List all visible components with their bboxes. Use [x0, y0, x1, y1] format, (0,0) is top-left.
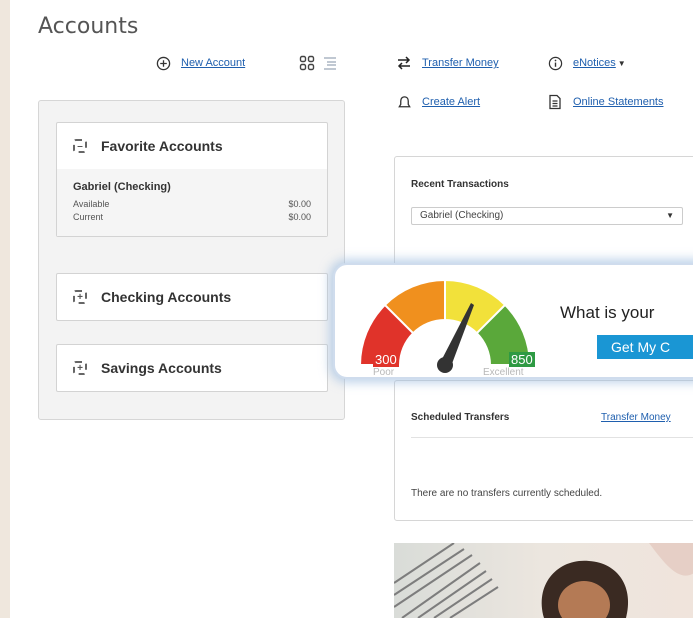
- recent-transactions-panel: Recent Transactions Gabriel (Checking) ▼: [394, 156, 693, 268]
- credit-headline: What is your: [560, 303, 655, 322]
- current-label: Current: [73, 212, 104, 222]
- scheduled-transfers-title: Scheduled Transfers: [411, 412, 510, 423]
- savings-accounts-header[interactable]: + Savings Accounts: [57, 345, 327, 391]
- collapse-icon[interactable]: –: [73, 139, 87, 153]
- savings-accounts-card[interactable]: + Savings Accounts: [56, 344, 328, 392]
- checking-accounts-card[interactable]: + Checking Accounts: [56, 273, 328, 321]
- favorite-accounts-header[interactable]: – Favorite Accounts: [57, 123, 327, 169]
- get-credit-score-button[interactable]: Get My C: [597, 335, 693, 359]
- favorite-accounts-title: Favorite Accounts: [101, 138, 223, 154]
- online-statements-link[interactable]: Online Statements: [573, 96, 664, 108]
- chevron-down-icon: ▼: [666, 211, 674, 220]
- savings-accounts-title: Savings Accounts: [101, 360, 222, 376]
- credit-gauge: [358, 278, 532, 373]
- checking-accounts-title: Checking Accounts: [101, 289, 232, 305]
- account-name: Gabriel (Checking): [73, 181, 171, 193]
- account-available-row: Available $0.00: [73, 199, 311, 209]
- info-icon: [547, 55, 563, 71]
- create-alert-button[interactable]: Create Alert: [396, 94, 480, 110]
- account-current-row: Current $0.00: [73, 212, 311, 222]
- available-value: $0.00: [288, 199, 311, 209]
- available-label: Available: [73, 199, 110, 209]
- score-high-label: Excellent: [483, 367, 524, 378]
- account-select[interactable]: Gabriel (Checking) ▼: [411, 207, 683, 225]
- recent-transactions-title: Recent Transactions: [411, 179, 509, 190]
- accounts-page: Accounts New Account Transfer Money eNot…: [10, 0, 693, 618]
- scheduled-empty-message: There are no transfers currently schedul…: [411, 488, 603, 499]
- transfer-arrows-icon: [396, 55, 412, 71]
- current-value: $0.00: [288, 212, 311, 222]
- credit-score-banner[interactable]: 300 850 Poor Excellent What is your Get …: [333, 263, 693, 379]
- account-select-value: Gabriel (Checking): [420, 210, 504, 221]
- online-statements-button[interactable]: Online Statements: [547, 94, 664, 110]
- enotices-link[interactable]: eNotices: [573, 57, 616, 69]
- transfer-money-link[interactable]: Transfer Money: [422, 57, 499, 69]
- divider: [411, 437, 693, 438]
- score-low-label: Poor: [373, 367, 395, 378]
- document-icon: [547, 94, 563, 110]
- favorite-accounts-card: – Favorite Accounts Gabriel (Checking) A…: [56, 122, 328, 237]
- grid-view-icon[interactable]: [299, 55, 315, 71]
- accounts-sidebar: – Favorite Accounts Gabriel (Checking) A…: [38, 100, 345, 420]
- promo-image: [394, 543, 693, 618]
- new-account-button[interactable]: New Account: [155, 55, 245, 71]
- list-view-icon[interactable]: [322, 55, 338, 71]
- scheduled-transfer-money-link[interactable]: Transfer Money: [601, 412, 671, 423]
- score-low-badge: 300: [373, 352, 399, 367]
- create-alert-link[interactable]: Create Alert: [422, 96, 480, 108]
- expand-icon[interactable]: +: [73, 361, 87, 375]
- bell-icon: [396, 94, 412, 110]
- score-high-badge: 850: [509, 352, 535, 367]
- page-title: Accounts: [38, 14, 139, 39]
- transfer-money-button[interactable]: Transfer Money: [396, 55, 499, 71]
- scheduled-transfers-panel: Scheduled Transfers Transfer Money There…: [394, 380, 693, 521]
- chevron-down-icon: ▼: [617, 58, 626, 68]
- new-account-link[interactable]: New Account: [181, 57, 245, 69]
- account-summary[interactable]: Gabriel (Checking) Available $0.00 Curre…: [57, 169, 327, 236]
- expand-icon[interactable]: +: [73, 290, 87, 304]
- plus-circle-icon: [155, 55, 171, 71]
- enotices-menu[interactable]: eNotices ▼: [547, 55, 626, 71]
- checking-accounts-header[interactable]: + Checking Accounts: [57, 274, 327, 320]
